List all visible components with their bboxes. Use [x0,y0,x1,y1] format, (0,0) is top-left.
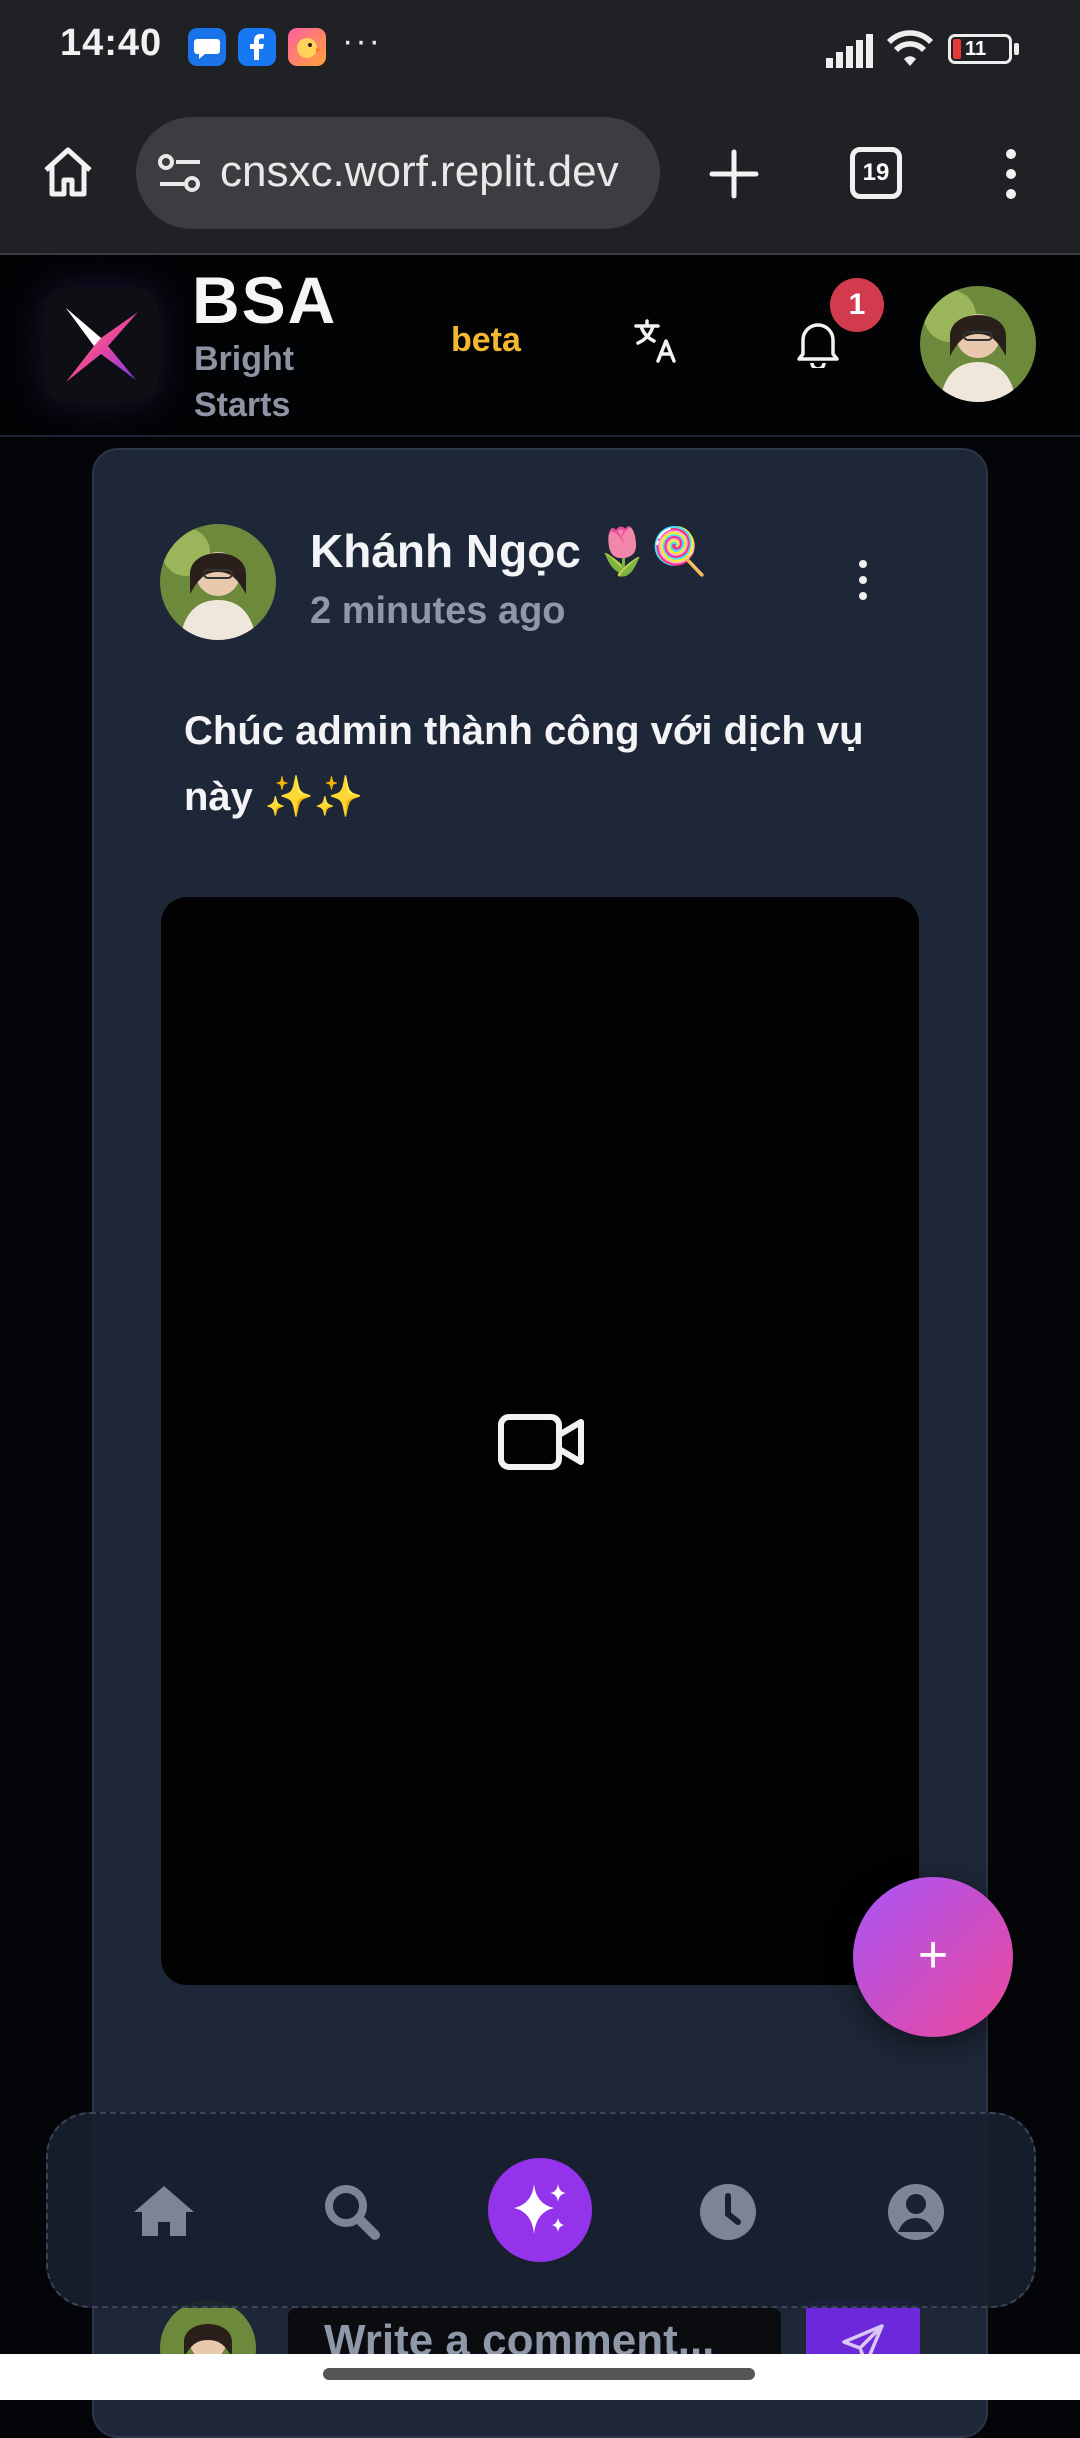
battery-tip [1014,43,1019,55]
sparkle-icon [514,2184,566,2234]
new-tab-icon[interactable] [706,146,762,207]
app-logo[interactable] [44,288,158,402]
notification-badge: 1 [830,278,884,332]
post-author-avatar[interactable] [160,524,276,640]
status-overflow: ··· [342,22,382,60]
video-camera-icon [497,1411,587,1478]
user-avatar[interactable] [920,286,1036,402]
translate-icon[interactable] [632,316,682,371]
create-post-button[interactable]: + [853,1877,1013,2037]
post-options-icon[interactable] [848,556,878,609]
post-timestamp: 2 minutes ago [310,590,566,632]
site-settings-icon[interactable] [156,151,204,200]
brand-title: BSA [192,263,338,337]
home-icon[interactable] [38,142,98,207]
battery-percent: 11 [965,38,987,60]
post-video[interactable] [161,897,919,1985]
facebook-app-icon [238,28,276,66]
bell-icon[interactable] [795,318,841,373]
nav-search[interactable] [302,2162,402,2262]
menu-icon[interactable] [996,146,1026,207]
battery-level [953,39,961,59]
profile-icon [888,2184,944,2240]
brand-subtitle: Bright Starts [194,340,295,424]
tabs-icon[interactable]: 19 [850,147,902,199]
post-author-name[interactable]: Khánh Ngọc 🌷🍭 [310,524,708,579]
nav-home[interactable] [114,2162,214,2262]
messages-app-icon [188,28,226,66]
signal-icon [826,34,876,73]
nav-history[interactable] [678,2162,778,2262]
app-header [0,255,1080,437]
home-icon [134,2186,194,2236]
wifi-icon [886,30,934,73]
beta-label: beta [451,321,521,359]
address-bar[interactable]: cnsxc.worf.replit.dev [136,117,660,229]
clock-icon [700,2184,756,2240]
url-text[interactable]: cnsxc.worf.replit.dev [220,147,619,197]
nav-sparkle[interactable] [488,2158,592,2262]
nav-profile[interactable] [866,2162,966,2262]
battery-icon: 11 [948,34,1012,64]
bird-app-icon [288,28,326,66]
status-time: 14:40 [60,22,163,64]
gesture-handle[interactable] [323,2368,755,2380]
search-icon [325,2185,380,2240]
post-text: Chúc admin thành công với dịch vụ này ✨✨ [184,709,864,819]
